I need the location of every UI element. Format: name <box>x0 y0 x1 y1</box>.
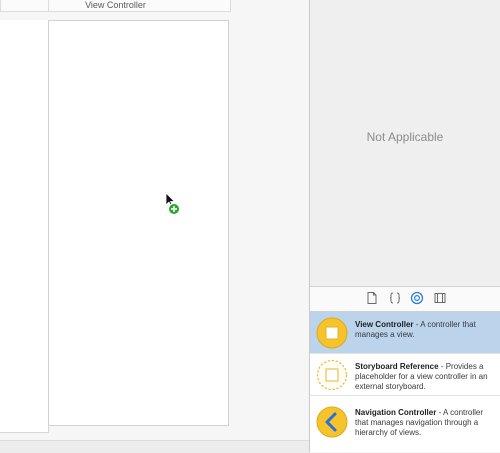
inspector-empty-message: Not Applicable <box>366 130 444 144</box>
scene-divider <box>48 0 49 11</box>
storyboard-canvas[interactable]: View Controller <box>0 0 310 453</box>
scene-title-bar[interactable]: View Controller <box>0 0 231 12</box>
library-item-name: Storyboard Reference <box>355 362 439 371</box>
library-item-name: View Controller <box>355 320 414 329</box>
file-template-icon[interactable] <box>365 291 379 305</box>
inspector-pane: Not Applicable <box>310 0 500 286</box>
scene-title: View Controller <box>85 0 146 10</box>
library-item-view-controller[interactable]: View Controller - A controller that mana… <box>310 312 500 354</box>
drag-copy-cursor-icon <box>165 192 180 215</box>
library-selector-bar <box>310 286 500 312</box>
view-controller-icon <box>316 317 348 349</box>
library-item-navigation-controller[interactable]: Navigation Controller - A controller tha… <box>310 396 500 438</box>
code-snippet-icon[interactable] <box>388 291 402 305</box>
view-controller-scene[interactable] <box>48 20 229 426</box>
object-library-list: View Controller - A controller that mana… <box>310 312 500 452</box>
library-item-name: Navigation Controller <box>355 408 437 417</box>
library-item-storyboard-reference[interactable]: Storyboard Reference - Provides a placeh… <box>310 354 500 396</box>
utility-area: Not Applicable View Controller - A contr… <box>310 0 500 452</box>
object-library-icon[interactable] <box>410 291 424 305</box>
adjacent-scene[interactable] <box>0 20 49 433</box>
navigation-controller-icon <box>316 406 348 438</box>
canvas-bottom-bar <box>0 440 310 453</box>
media-library-icon[interactable] <box>433 291 447 305</box>
storyboard-reference-icon <box>316 359 348 391</box>
